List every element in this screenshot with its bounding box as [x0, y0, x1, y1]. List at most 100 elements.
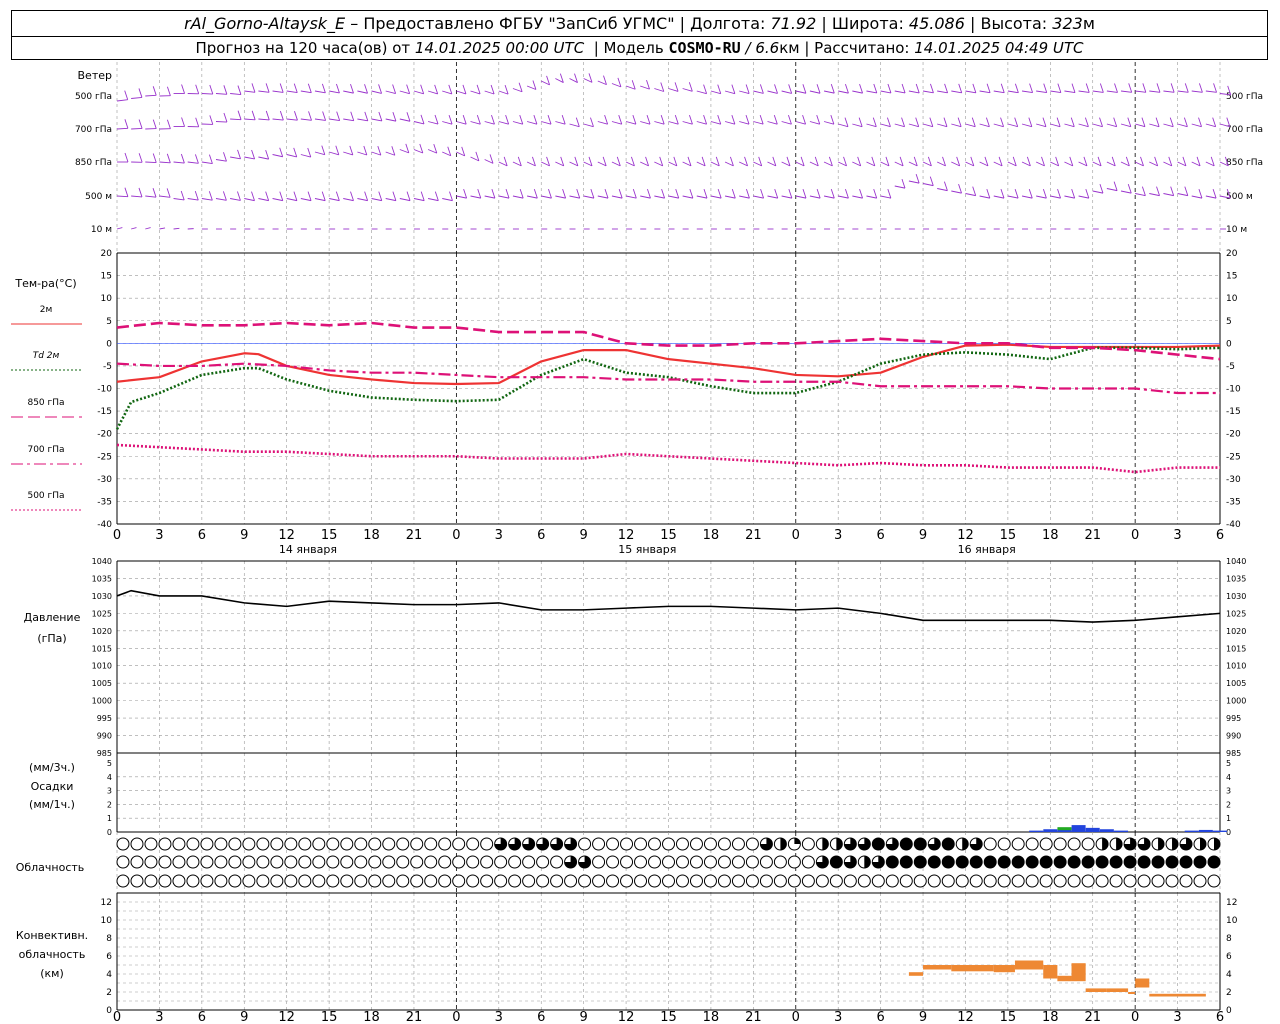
wind-barb [951, 190, 962, 194]
cloud-cover-symbol [340, 855, 354, 869]
wind-barb [272, 198, 283, 202]
time-tick-label: 21 [745, 528, 762, 543]
wind-barb-feather [1184, 83, 1189, 93]
cloud-cover-symbol [983, 874, 997, 888]
convective-cloud-bar [1071, 963, 1086, 982]
wind-barb-feather [1127, 183, 1132, 194]
time-tick-label: 6 [198, 528, 206, 543]
cloud-cover-symbol [997, 874, 1011, 888]
wind-barb [838, 90, 849, 94]
time-tick-label: 21 [406, 528, 423, 543]
cloud-cover-symbol [382, 837, 396, 851]
wind-barb [1050, 90, 1061, 94]
wind-barb-feather [1113, 117, 1118, 127]
wind-barb-feather [802, 114, 807, 125]
wind-barb-feather [1043, 83, 1048, 93]
wind-barb-feather [308, 111, 312, 121]
wind-barb-feather [731, 84, 736, 94]
wind-barb [145, 195, 157, 198]
wind-barb-feather [152, 119, 157, 129]
wind-barb [1092, 123, 1103, 128]
cloud-cover-symbol [564, 874, 578, 888]
wind-barb-feather [279, 110, 284, 121]
wind-barb-feather [675, 188, 680, 199]
precip-tick-right: 4 [1226, 773, 1231, 782]
wind-barb-feather [335, 191, 340, 201]
cloud-cover-symbol [717, 837, 731, 851]
wind-barb [569, 123, 580, 128]
wind-barb-feather [335, 145, 340, 155]
cloud-cover-symbol [689, 837, 703, 851]
precip-bar [1099, 829, 1114, 832]
wind-barb-feather [251, 83, 256, 93]
cloud-cover-symbol [382, 874, 396, 888]
wind-barb [937, 90, 948, 94]
wind-barb [965, 193, 976, 197]
cloud-cover-symbol [1193, 874, 1207, 888]
wind-barb-feather [279, 191, 284, 201]
wind-barb [1191, 90, 1203, 93]
precip-tick-left: 2 [107, 800, 112, 809]
wind-barb [710, 90, 721, 95]
precip-tick-right: 5 [1226, 759, 1231, 768]
time-tick-label: 0 [792, 528, 800, 543]
cloud-cover-symbol [997, 855, 1011, 869]
cloud-cover-symbol [284, 837, 298, 851]
wind-barb-feather [265, 149, 270, 160]
cloud-cover-symbol [270, 874, 284, 888]
wind-barb [767, 195, 778, 199]
wind-barb-feather [321, 83, 326, 94]
wind-barb [371, 118, 382, 122]
temp-tick-left: -25 [97, 452, 112, 462]
convective-time-tick-label: 21 [406, 1010, 423, 1024]
wind-barb-feather [1212, 117, 1217, 127]
time-tick-label: 12 [618, 528, 635, 543]
pressure-tick-right: 1030 [1226, 592, 1246, 601]
wind-barb-feather [1099, 83, 1104, 93]
wind-barb-feather [590, 117, 594, 127]
wind-barb [343, 90, 354, 94]
cloud-cover-symbol [941, 874, 955, 888]
temp-tick-right: -25 [1226, 452, 1241, 462]
wind-barb [1149, 193, 1160, 197]
wind-barb [286, 118, 298, 121]
wind-barb-feather [293, 147, 298, 158]
temp-tick-left: -20 [97, 430, 112, 440]
wind-barb-feather [279, 147, 284, 157]
wind-barb [583, 195, 594, 199]
wind-barb [413, 90, 424, 95]
wind-barb-feather [223, 85, 228, 95]
cloud-cover-symbol [242, 874, 256, 888]
temp-legend-label: Td 2м [33, 351, 60, 361]
wind-barb [1205, 123, 1216, 128]
wind-barb-feather [844, 188, 849, 199]
wind-barb-feather [1099, 183, 1104, 194]
convective-title-2: облачность [19, 948, 86, 961]
cloud-cover-symbol [927, 855, 941, 869]
wind-barb [427, 121, 439, 125]
wind-level-label-left: 500 гПа [75, 92, 112, 102]
wind-barb-feather [547, 114, 552, 125]
wind-barb [1135, 123, 1146, 128]
convective-tick-right: 12 [1226, 898, 1237, 908]
wind-barb [993, 90, 1005, 94]
cloud-cover-symbol [340, 837, 354, 851]
convective-time-tick-label: 12 [278, 1010, 295, 1024]
wind-barb [823, 121, 834, 125]
convective-time-tick-label: 15 [660, 1010, 677, 1024]
cloud-cover-symbol [983, 837, 997, 851]
cloud-cover-symbol [200, 837, 214, 851]
cloud-cover-symbol [662, 855, 675, 869]
wind-barb [880, 123, 891, 128]
wind-barb-feather [166, 86, 171, 96]
cloud-cover-symbol [997, 837, 1011, 851]
cloud-cover-symbol [829, 874, 843, 888]
wind-barb-feather [1000, 83, 1005, 93]
cloud-cover-symbol [382, 855, 396, 869]
cloud-cover-symbol [717, 874, 731, 888]
cloud-cover-symbol [620, 837, 634, 851]
wind-barb-feather [533, 114, 538, 125]
wind-barb [512, 195, 524, 199]
wind-barb-feather [986, 188, 991, 199]
pressure-panel-unit: (гПа) [37, 632, 66, 645]
